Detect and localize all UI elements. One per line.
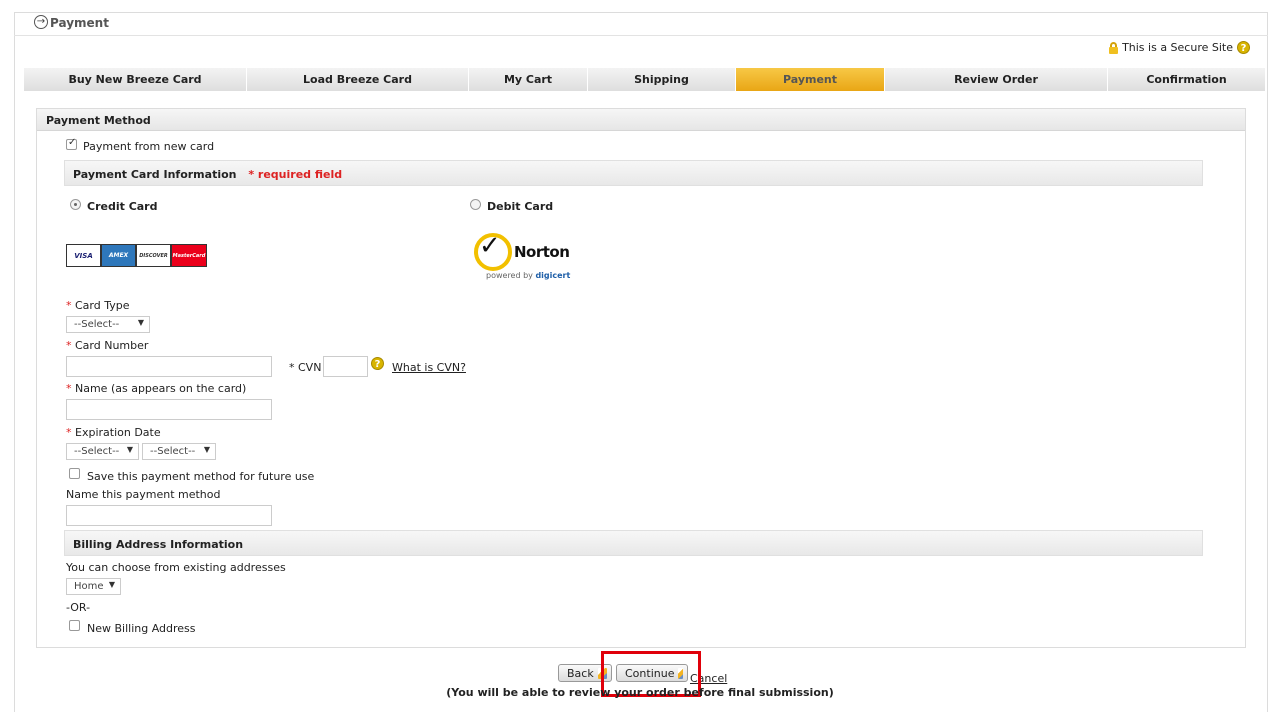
expiration-date-label: * Expiration Date: [66, 426, 161, 439]
title-bar: [14, 12, 1268, 36]
page-title: Payment: [50, 16, 109, 30]
powered-by-text: powered by: [486, 271, 533, 280]
expiration-month-value: --Select--: [74, 446, 120, 457]
arrow-right-circle-icon: →: [34, 15, 48, 29]
cvn-input[interactable]: [323, 356, 368, 377]
chevron-down-icon: ▼: [126, 445, 133, 454]
required-star: *: [66, 426, 72, 439]
name-method-input[interactable]: [66, 505, 272, 526]
chevron-down-icon: ▼: [108, 580, 115, 589]
cvn-help-icon[interactable]: ?: [371, 357, 384, 370]
name-on-card-label-text: Name (as appears on the card): [75, 382, 247, 395]
billing-heading: Billing Address Information: [64, 530, 1203, 556]
required-star: *: [66, 339, 72, 352]
new-card-label: Payment from new card: [83, 140, 215, 153]
save-method-checkbox[interactable]: [69, 468, 80, 479]
card-number-label: * Card Number: [66, 339, 148, 352]
debit-card-radio[interactable]: [470, 199, 481, 210]
choose-address-label: You can choose from existing addresses: [66, 561, 286, 574]
tab-review-order[interactable]: Review Order: [885, 68, 1108, 91]
credit-card-label: Credit Card: [87, 200, 158, 213]
review-note: (You will be able to review your order b…: [446, 686, 834, 699]
chevron-down-icon: ▼: [137, 318, 144, 327]
existing-address-select[interactable]: Home ▼: [66, 578, 121, 595]
payment-method-heading: Payment Method: [37, 109, 1245, 131]
accepted-cards-logos: VISA AMEX DISCOVER MasterCard: [66, 244, 207, 267]
name-method-label: Name this payment method: [66, 488, 221, 501]
lock-icon: [1109, 41, 1119, 54]
expiration-month-select[interactable]: --Select-- ▼: [66, 443, 139, 460]
tab-payment[interactable]: Payment: [736, 68, 885, 91]
new-card-checkbox[interactable]: [66, 137, 77, 150]
name-on-card-input[interactable]: [66, 399, 272, 420]
card-type-label: * Card Type: [66, 299, 130, 312]
card-type-value: --Select--: [74, 319, 120, 330]
required-star: *: [66, 299, 72, 312]
save-method-label: Save this payment method for future use: [87, 470, 315, 483]
chevron-down-icon: ▼: [203, 445, 210, 454]
help-icon[interactable]: ?: [1237, 41, 1250, 54]
tab-load-breeze-card[interactable]: Load Breeze Card: [247, 68, 469, 91]
discover-logo: DISCOVER: [136, 244, 171, 267]
checkmark-icon: ✓: [479, 231, 501, 261]
tab-shipping[interactable]: Shipping: [588, 68, 736, 91]
card-number-label-text: Card Number: [75, 339, 149, 352]
card-type-label-text: Card Type: [75, 299, 130, 312]
digicert-text: digicert: [535, 271, 571, 280]
name-on-card-label: * Name (as appears on the card): [66, 382, 246, 395]
existing-address-value: Home: [74, 581, 104, 592]
checkout-steps: Buy New Breeze Card Load Breeze Card My …: [24, 68, 1266, 91]
back-button-label: Back: [567, 666, 594, 680]
card-type-select[interactable]: --Select-- ▼: [66, 316, 150, 333]
norton-word: Norton: [514, 243, 570, 261]
what-is-cvn-link[interactable]: What is CVN?: [392, 361, 466, 374]
secure-site-notice: This is a Secure Site ?: [1109, 41, 1250, 54]
tab-buy-new-breeze-card[interactable]: Buy New Breeze Card: [24, 68, 247, 91]
credit-card-radio[interactable]: [70, 199, 81, 210]
tab-confirmation[interactable]: Confirmation: [1108, 68, 1266, 91]
visa-logo: VISA: [66, 244, 101, 267]
new-billing-address-label: New Billing Address: [87, 622, 196, 635]
expiration-year-value: --Select--: [150, 446, 196, 457]
tab-my-cart[interactable]: My Cart: [469, 68, 588, 91]
secure-site-text: This is a Secure Site: [1122, 41, 1233, 54]
card-number-input[interactable]: [66, 356, 272, 377]
new-billing-address-checkbox[interactable]: [69, 620, 80, 631]
or-text: -OR-: [66, 601, 91, 614]
card-info-heading-text: Payment Card Information: [73, 168, 237, 181]
norton-seal[interactable]: ✓ Norton powered by digicert: [474, 229, 584, 285]
required-field-note: * required field: [248, 168, 343, 181]
expiration-date-label-text: Expiration Date: [75, 426, 161, 439]
mastercard-logo: MasterCard: [171, 244, 207, 267]
norton-powered-by: powered by digicert: [486, 271, 570, 280]
card-info-heading: Payment Card Information * required fiel…: [64, 160, 1203, 186]
expiration-year-select[interactable]: --Select-- ▼: [142, 443, 216, 460]
cvn-label: * CVN: [289, 361, 322, 374]
debit-card-label: Debit Card: [487, 200, 554, 213]
amex-logo: AMEX: [101, 244, 136, 267]
required-star: *: [66, 382, 72, 395]
